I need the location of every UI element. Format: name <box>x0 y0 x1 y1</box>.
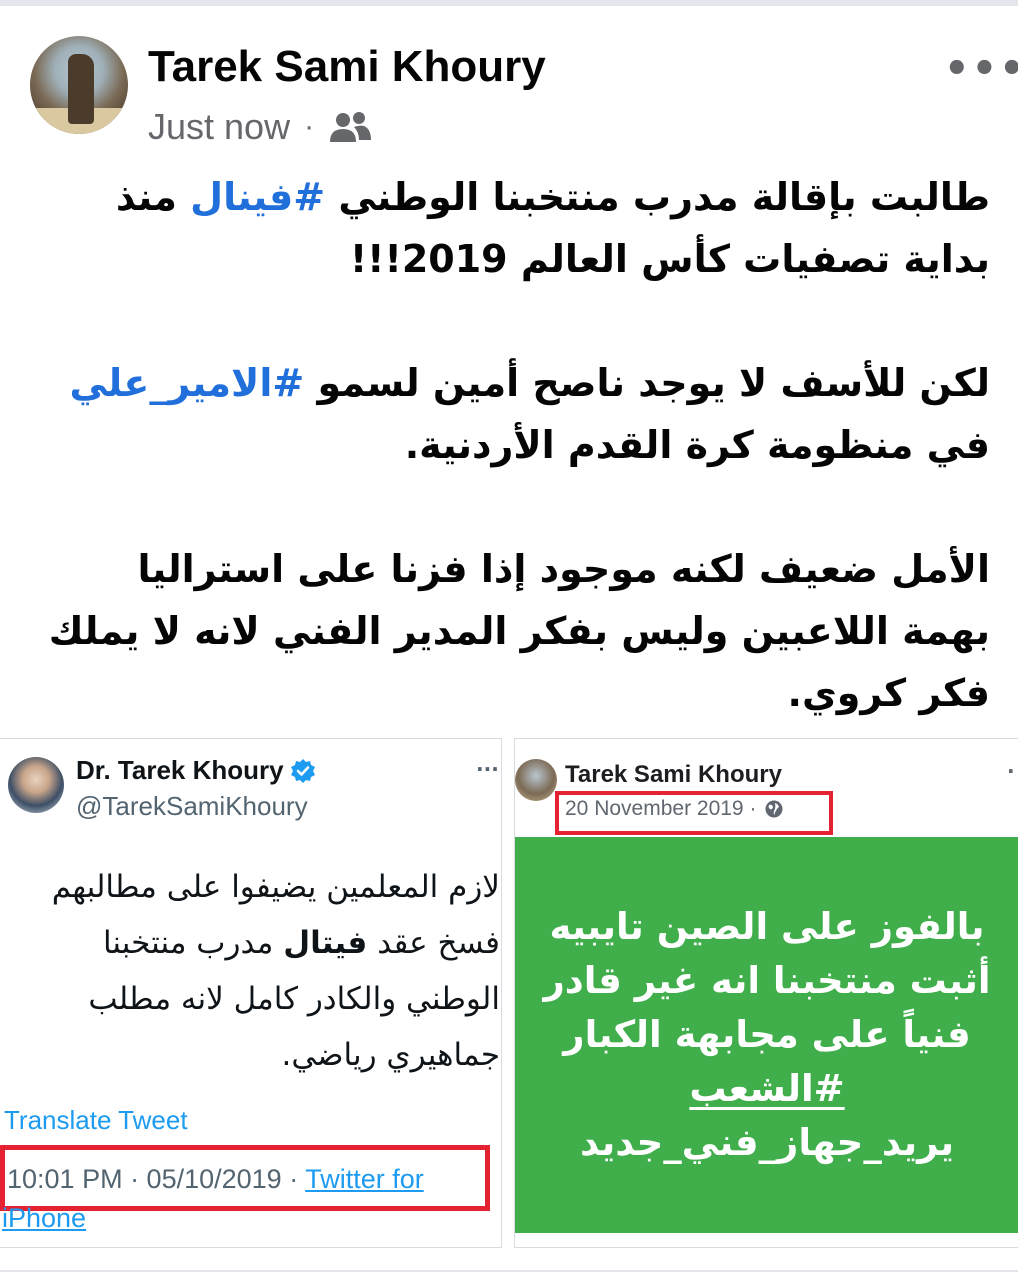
image-text-line: أثبت منتخبنا انه غير قادر <box>543 959 991 1002</box>
translate-tweet-link: Translate Tweet <box>4 1105 188 1135</box>
fb-author-name: Tarek Sami Khoury <box>565 761 782 788</box>
hashtag-link[interactable]: #الامير_علي <box>69 361 304 405</box>
fb-avatar <box>515 759 557 801</box>
meta-separator: · <box>304 110 315 143</box>
post-meta: Just now · <box>148 106 372 148</box>
hashtag-link[interactable]: #فينال <box>190 175 325 219</box>
fb-date-highlight <box>555 791 833 835</box>
top-divider <box>0 0 1018 6</box>
post-paragraph-3: الأمل ضعيف لكنه موجود إذا فزنا على استرا… <box>48 547 990 715</box>
fb-more-icon: · <box>1007 759 1015 783</box>
tweet-source-link: iPhone <box>2 1203 87 1233</box>
tweet-author-name: Dr. Tarek Khoury <box>76 755 316 786</box>
tweet-text: لازم المعلمين يضيفوا على مطالبهم فسخ عقد… <box>51 869 500 1073</box>
author-avatar[interactable] <box>30 36 128 134</box>
tweet-avatar <box>8 757 64 813</box>
post-timestamp[interactable]: Just now <box>148 106 290 148</box>
verified-badge-icon <box>290 758 315 783</box>
fb-post-image: بالفوز على الصين تايبيه أثبت منتخبنا انه… <box>515 837 1018 1233</box>
post-paragraph-1: طالبت بإقالة مدرب منتخبنا الوطني #فينال … <box>115 175 990 281</box>
tweet-screenshot[interactable]: Dr. Tarek Khoury @TarekSamiKhoury ··· لا… <box>0 738 502 1248</box>
friends-icon[interactable] <box>328 110 372 144</box>
author-name[interactable]: Tarek Sami Khoury <box>148 42 546 92</box>
post-text: طالبت بإقالة مدرب منتخبنا الوطني #فينال … <box>40 166 990 724</box>
image-text-line: يريد_جهاز_فني_جديد <box>579 1121 955 1164</box>
more-options-icon[interactable]: ••• <box>944 46 1018 92</box>
image-text-line: فنياً على مجابهة الكبار <box>563 1013 971 1056</box>
tweet-handle: @TarekSamiKhoury <box>76 791 308 821</box>
tweet-timestamp-highlight: 10:01 PM · 05/10/2019 · Twitter for <box>0 1145 490 1211</box>
facebook-post-screenshot[interactable]: Tarek Sami Khoury 20 November 2019 · · ب… <box>514 738 1018 1248</box>
post-paragraph-2: لكن للأسف لا يوجد ناصح أمين لسمو #الامير… <box>69 361 990 467</box>
tweet-more-icon: ··· <box>476 757 499 781</box>
image-text-line: بالفوز على الصين تايبيه <box>549 905 985 948</box>
bottom-divider <box>0 1270 1018 1272</box>
image-hashtag-line: #الشعب <box>689 1067 845 1110</box>
